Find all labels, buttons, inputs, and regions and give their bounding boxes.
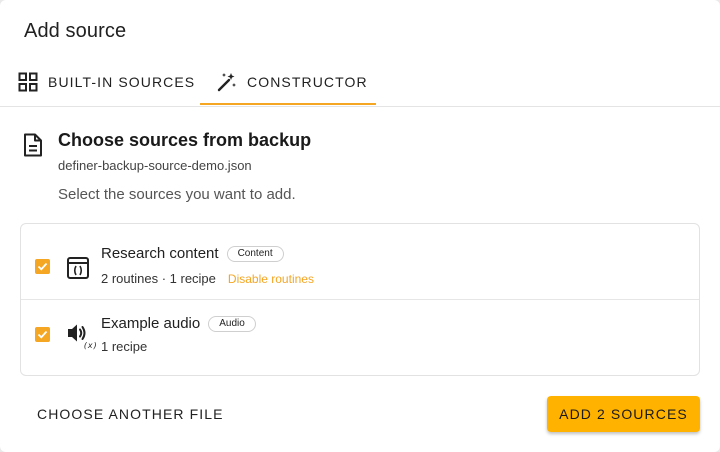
source-title: Research content: [101, 245, 219, 262]
source-meta: 2 routines · 1 recipe Disable routines: [101, 271, 314, 286]
backup-file-name: definer-backup-source-demo.json: [58, 158, 252, 173]
document-icon: [22, 133, 44, 157]
source-checkbox[interactable]: [35, 259, 50, 274]
magic-wand-icon: [217, 72, 237, 92]
section-heading: Choose sources from backup: [58, 130, 312, 150]
sources-list: Research content Content 2 routines · 1 …: [20, 223, 700, 376]
list-item[interactable]: Research content Content 2 routines · 1 …: [21, 224, 699, 300]
tab-label: BUILT-IN SOURCES: [48, 74, 196, 90]
list-item[interactable]: (x) Example audio Audio 1 recipe: [21, 301, 699, 377]
source-title: Example audio: [101, 315, 201, 332]
disable-routines-link[interactable]: Disable routines: [228, 272, 314, 286]
source-type-badge: Audio: [208, 315, 256, 332]
tab-built-in-sources[interactable]: BUILT-IN SOURCES: [18, 58, 195, 106]
source-title-line: Example audio Audio: [101, 315, 256, 332]
instruction-text: Select the sources you want to add.: [58, 186, 296, 203]
dialog-title: Add source: [24, 20, 127, 42]
section-header: [22, 130, 44, 157]
source-meta-text: 2 routines · 1 recipe: [101, 271, 216, 286]
source-title-line: Research content Content: [101, 245, 284, 262]
check-icon: [37, 330, 48, 339]
code-window-icon: [66, 256, 90, 280]
source-meta: 1 recipe: [101, 339, 147, 354]
grid-icon: [18, 72, 38, 92]
source-tabs: BUILT-IN SOURCES CONSTRUCTOR: [0, 58, 720, 107]
source-type-badge: Content: [226, 245, 284, 262]
active-tab-indicator: [200, 103, 376, 105]
source-checkbox[interactable]: [35, 327, 50, 342]
variable-mark: (x): [83, 341, 98, 350]
check-icon: [37, 262, 48, 271]
choose-another-file-button[interactable]: CHOOSE ANOTHER FILE: [26, 396, 235, 432]
source-meta-text: 1 recipe: [101, 339, 148, 354]
add-sources-button[interactable]: ADD 2 SOURCES: [547, 396, 700, 432]
add-source-dialog: Add source BUILT-IN SOURCES CONSTRUCTOR …: [0, 0, 720, 452]
tab-constructor[interactable]: CONSTRUCTOR: [200, 58, 376, 106]
tab-label: CONSTRUCTOR: [247, 74, 368, 90]
